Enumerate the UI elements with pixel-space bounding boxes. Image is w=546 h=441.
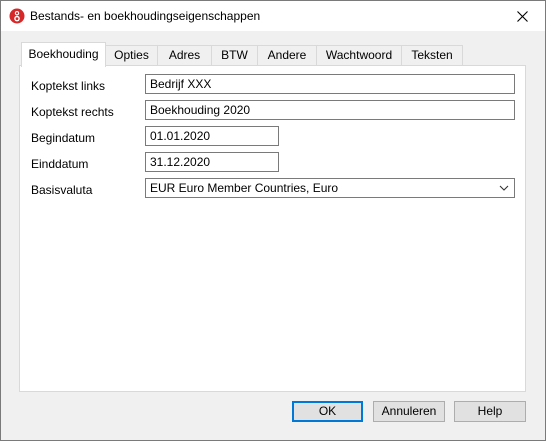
close-button[interactable] (499, 1, 545, 31)
tab-boekhouding[interactable]: Boekhouding (21, 42, 106, 67)
currency-selected-value: EUR Euro Member Countries, Euro (150, 181, 339, 195)
currency-label: Basisvaluta (31, 183, 93, 197)
start-date-label: Begindatum (31, 131, 96, 145)
currency-select[interactable]: EUR Euro Member Countries, Euro (145, 178, 515, 198)
tab-label: Andere (267, 48, 307, 62)
tab-opties[interactable]: Opties (105, 45, 158, 65)
window-title: Bestands- en boekhoudingseigenschappen (30, 9, 261, 23)
tab-wachtwoord[interactable]: Wachtwoord (316, 45, 402, 65)
help-button[interactable]: Help (454, 401, 526, 422)
header-left-input[interactable] (145, 74, 515, 94)
app-logo-icon (9, 8, 25, 24)
header-left-label: Koptekst links (31, 79, 106, 93)
tab-teksten[interactable]: Teksten (401, 45, 463, 65)
end-date-input[interactable] (145, 152, 279, 172)
header-right-label: Koptekst rechts (31, 105, 114, 119)
end-date-label: Einddatum (31, 157, 89, 171)
tab-label: BTW (221, 48, 248, 62)
tab-label: Wachtwoord (325, 48, 393, 62)
ok-button[interactable]: OK (292, 401, 363, 422)
cancel-button[interactable]: Annuleren (373, 401, 445, 422)
header-right-input[interactable] (145, 100, 515, 120)
tab-label: Opties (114, 48, 149, 62)
tab-btw[interactable]: BTW (211, 45, 258, 65)
dialog-window: Bestands- en boekhoudingseigenschappen B… (0, 0, 546, 441)
title-bar: Bestands- en boekhoudingseigenschappen (1, 1, 545, 31)
close-icon (516, 10, 528, 22)
start-date-input[interactable] (145, 126, 279, 146)
tab-andere[interactable]: Andere (257, 45, 317, 65)
tab-label: Boekhouding (28, 47, 99, 61)
tab-adres[interactable]: Adres (157, 45, 212, 65)
chevron-down-icon (499, 185, 509, 191)
tab-label: Adres (168, 48, 201, 62)
tab-label: Teksten (411, 48, 453, 62)
